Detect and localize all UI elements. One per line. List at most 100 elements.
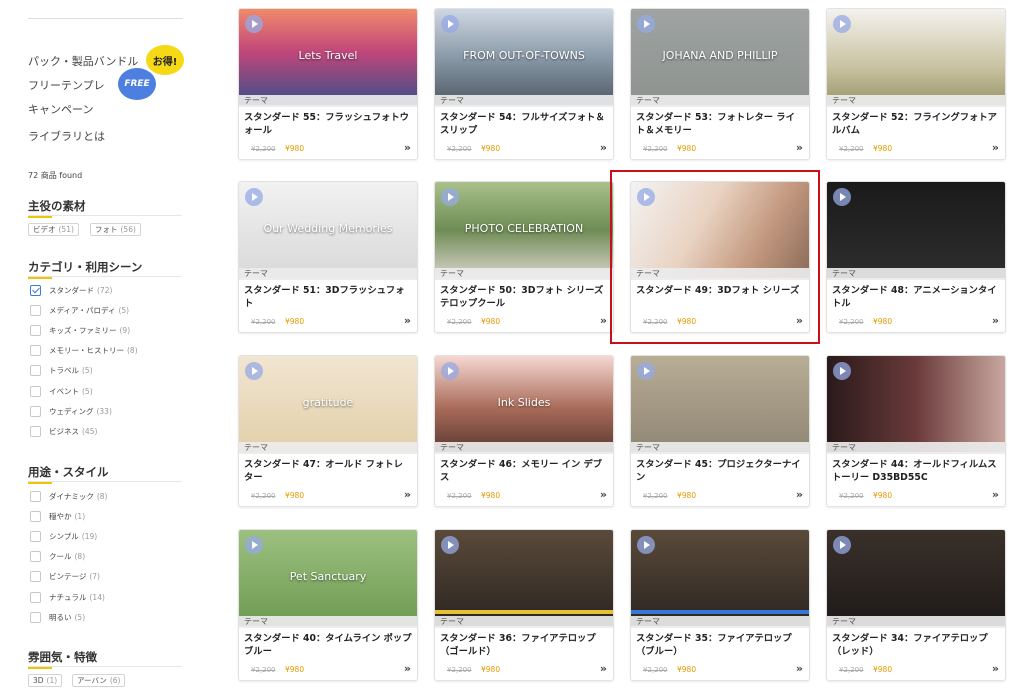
product-thumbnail[interactable] [435, 530, 613, 626]
product-thumbnail[interactable] [827, 356, 1005, 452]
product-card[interactable]: JOHANA AND PHILLIP テーマ スタンダード 53：フォトレター ライ… [630, 8, 810, 160]
product-thumbnail[interactable]: PHOTO CELEBRATION [435, 182, 613, 278]
checkbox[interactable] [30, 591, 41, 603]
filter-option[interactable]: ナチュラル (14) [30, 590, 105, 604]
play-icon[interactable] [637, 536, 655, 554]
product-title[interactable]: スタンダード 34：ファイアテロップ（レッド） [832, 632, 1000, 658]
product-thumbnail[interactable]: FROM OUT-OF-TOWNS [435, 9, 613, 105]
product-title[interactable]: スタンダード 49：3Dフォト シリーズ [636, 284, 804, 297]
chevron-right-icon[interactable]: » [404, 314, 411, 327]
play-icon[interactable] [441, 536, 459, 554]
product-title[interactable]: スタンダード 54：フルサイズフォト＆スリップ [440, 111, 608, 137]
product-card[interactable]: テーマ スタンダード 48：アニメーションタイトル ¥2,200 ¥980 » [826, 181, 1006, 333]
tag-urban[interactable]: アーバン (6) [72, 674, 126, 687]
chevron-right-icon[interactable]: » [600, 488, 607, 501]
play-icon[interactable] [245, 15, 263, 33]
filter-option[interactable]: ウェディング (33) [30, 404, 112, 418]
play-icon[interactable] [833, 362, 851, 380]
filter-option[interactable]: ビンテージ (7) [30, 570, 100, 584]
chevron-right-icon[interactable]: » [600, 141, 607, 154]
filter-option[interactable]: シンプル (19) [30, 529, 97, 543]
product-card[interactable]: テーマ スタンダード 49：3Dフォト シリーズ ¥2,200 ¥980 » [630, 181, 810, 333]
product-card[interactable]: Our Wedding Memories テーマ スタンダード 51：3Dフラッシュ… [238, 181, 418, 333]
product-thumbnail[interactable]: Ink Slides [435, 356, 613, 452]
product-title[interactable]: スタンダード 35：ファイアテロップ（ブルー） [636, 632, 804, 658]
filter-option[interactable]: スタンダード (72) [30, 283, 112, 297]
play-icon[interactable] [833, 15, 851, 33]
filter-option[interactable]: メディア・パロディ (5) [30, 303, 129, 317]
product-title[interactable]: スタンダード 46：メモリー イン デブス [440, 458, 608, 484]
product-title[interactable]: スタンダード 48：アニメーションタイトル [832, 284, 1000, 310]
product-card[interactable]: Lets Travel テーマ スタンダード 55：フラッシュフォトウォール ¥2,2… [238, 8, 418, 160]
checkbox[interactable] [30, 490, 41, 502]
filter-option[interactable]: キッズ・ファミリー (9) [30, 323, 130, 337]
nav-link-campaign[interactable]: キャンペーン [28, 101, 93, 117]
chevron-right-icon[interactable]: » [796, 662, 803, 675]
product-title[interactable]: スタンダード 44：オールドフィルムストーリー D35BD55C [832, 458, 1000, 484]
chevron-right-icon[interactable]: » [992, 141, 999, 154]
nav-link-pack-bundle[interactable]: パック・製品バンドル [28, 53, 138, 69]
product-card[interactable]: FROM OUT-OF-TOWNS テーマ スタンダード 54：フルサイズフォト＆ス… [434, 8, 614, 160]
chevron-right-icon[interactable]: » [992, 488, 999, 501]
checkbox[interactable] [30, 304, 41, 316]
product-thumbnail[interactable]: Our Wedding Memories [239, 182, 417, 278]
chevron-right-icon[interactable]: » [600, 662, 607, 675]
filter-option[interactable]: 明るい (5) [30, 610, 85, 624]
product-thumbnail[interactable]: Pet Sanctuary [239, 530, 417, 626]
product-card[interactable]: テーマ スタンダード 52：フライングフォトアルバム ¥2,200 ¥980 » [826, 8, 1006, 160]
checkbox[interactable] [30, 345, 41, 357]
filter-option[interactable]: ダイナミック (8) [30, 489, 107, 503]
play-icon[interactable] [637, 15, 655, 33]
chevron-right-icon[interactable]: » [600, 314, 607, 327]
checkbox[interactable] [30, 405, 41, 417]
checkbox[interactable] [30, 425, 41, 437]
product-title[interactable]: スタンダード 50：3Dフォト シリーズ テロップクール [440, 284, 608, 310]
product-title[interactable]: スタンダード 52：フライングフォトアルバム [832, 111, 1000, 137]
nav-link-about-library[interactable]: ライブラリとは [28, 128, 105, 144]
product-title[interactable]: スタンダード 53：フォトレター ライト＆メモリー [636, 111, 804, 137]
product-card[interactable]: テーマ スタンダード 44：オールドフィルムストーリー D35BD55C ¥2,20… [826, 355, 1006, 507]
chevron-right-icon[interactable]: » [796, 488, 803, 501]
checkbox[interactable] [30, 385, 41, 397]
play-icon[interactable] [833, 536, 851, 554]
checkbox[interactable] [30, 611, 41, 623]
checkbox[interactable] [30, 571, 41, 583]
product-thumbnail[interactable]: gratitude [239, 356, 417, 452]
chevron-right-icon[interactable]: » [796, 141, 803, 154]
checkbox[interactable] [30, 530, 41, 542]
chevron-right-icon[interactable]: » [404, 141, 411, 154]
product-card[interactable]: テーマ スタンダード 34：ファイアテロップ（レッド） ¥2,200 ¥980 » [826, 529, 1006, 681]
play-icon[interactable] [245, 536, 263, 554]
tag-3d[interactable]: 3D (1) [28, 674, 63, 687]
play-icon[interactable] [833, 188, 851, 206]
play-icon[interactable] [637, 362, 655, 380]
chevron-right-icon[interactable]: » [992, 662, 999, 675]
nav-link-free-template[interactable]: フリーテンプレ [28, 77, 105, 93]
checkbox[interactable] [30, 551, 41, 563]
product-title[interactable]: スタンダード 36：ファイアテロップ（ゴールド） [440, 632, 608, 658]
checkbox[interactable] [30, 510, 41, 522]
product-card[interactable]: Pet Sanctuary テーマ スタンダード 40：タイムライン ポップ ブルー… [238, 529, 418, 681]
play-icon[interactable] [245, 362, 263, 380]
chevron-right-icon[interactable]: » [404, 488, 411, 501]
play-icon[interactable] [245, 188, 263, 206]
play-icon[interactable] [441, 362, 459, 380]
product-card[interactable]: テーマ スタンダード 35：ファイアテロップ（ブルー） ¥2,200 ¥980 » [630, 529, 810, 681]
product-card[interactable]: Ink Slides テーマ スタンダード 46：メモリー イン デブス ¥2,200… [434, 355, 614, 507]
product-thumbnail[interactable] [631, 530, 809, 626]
product-card[interactable]: gratitude テーマ スタンダード 47：オールド フォトレター ¥2,200 ¥… [238, 355, 418, 507]
product-thumbnail[interactable] [631, 182, 809, 278]
product-card[interactable]: テーマ スタンダード 45：プロジェクターナイン ¥2,200 ¥980 » [630, 355, 810, 507]
product-title[interactable]: スタンダード 40：タイムライン ポップ ブルー [244, 632, 412, 658]
product-thumbnail[interactable] [827, 530, 1005, 626]
filter-option[interactable]: トラベル (5) [30, 364, 93, 378]
product-card[interactable]: PHOTO CELEBRATION テーマ スタンダード 50：3Dフォト シリーズ… [434, 181, 614, 333]
chevron-right-icon[interactable]: » [796, 314, 803, 327]
filter-option[interactable]: クール (8) [30, 550, 85, 564]
product-thumbnail[interactable] [827, 9, 1005, 105]
play-icon[interactable] [441, 188, 459, 206]
filter-option[interactable]: メモリー・ヒストリー (8) [30, 344, 138, 358]
checkbox[interactable] [30, 365, 41, 377]
filter-option[interactable]: ビジネス (45) [30, 424, 97, 438]
chevron-right-icon[interactable]: » [404, 662, 411, 675]
